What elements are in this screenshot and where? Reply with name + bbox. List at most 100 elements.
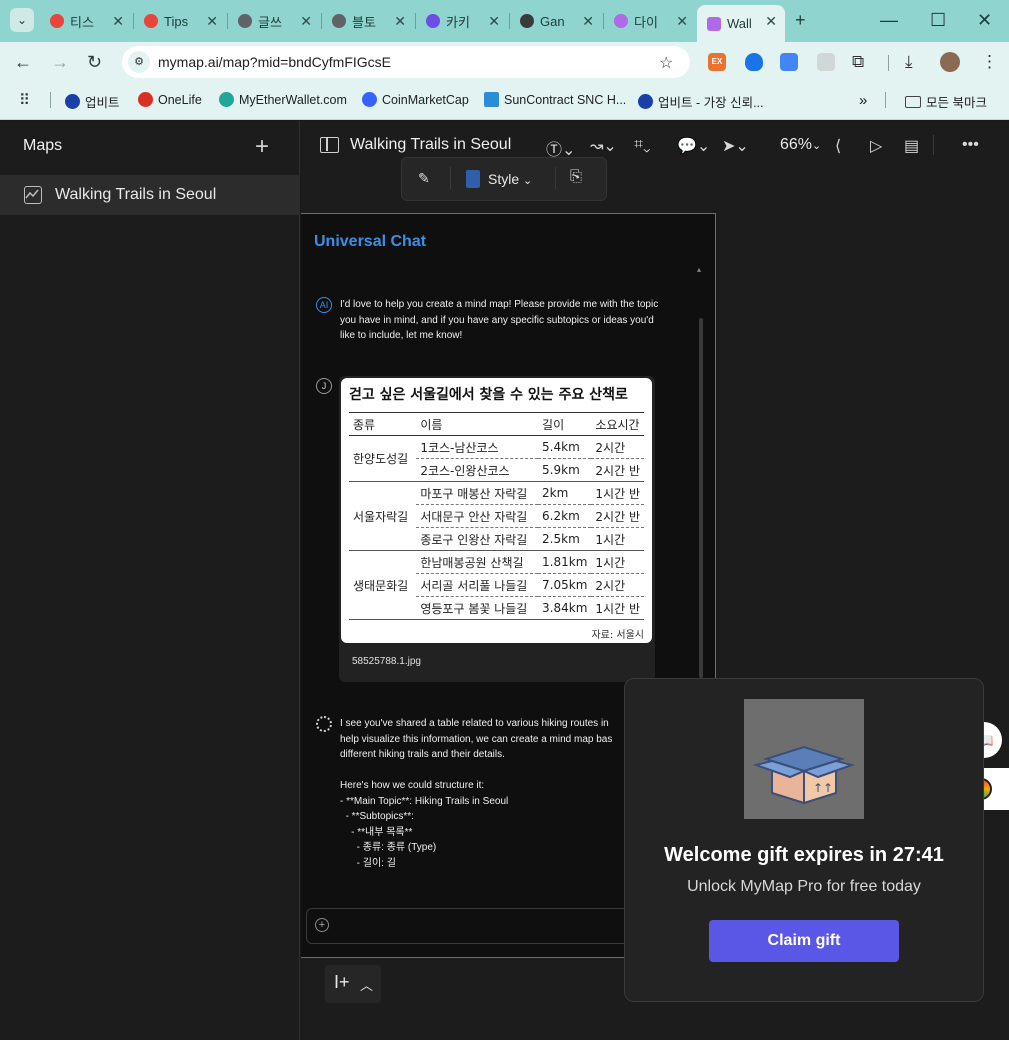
ai-message: I'd love to help you create a mind map! … <box>340 299 659 341</box>
all-bookmarks-button[interactable]: 모든 북마크 <box>905 92 987 111</box>
close-icon[interactable]: ✕ <box>488 13 500 30</box>
bookmark-item[interactable]: 업비트 <box>65 92 120 111</box>
scroll-up-icon[interactable]: ▴ <box>697 265 701 274</box>
tab-label: Gan <box>540 13 565 29</box>
reload-icon[interactable]: ↻ <box>87 52 102 73</box>
table-row: 한양도성길 1코스-남산코스 5.4km 2시간 <box>349 435 644 482</box>
trail-length-cell: 5.4km <box>538 435 592 459</box>
chat-title: Universal Chat <box>314 233 427 250</box>
shield-icon[interactable] <box>745 53 763 71</box>
style-dropdown[interactable]: Style ⌄ <box>488 171 532 187</box>
back-icon[interactable]: ← <box>14 52 32 73</box>
bookmark-star-icon[interactable]: ☆ <box>659 53 673 73</box>
bookmark-item[interactable]: 업비트 - 가장 신뢰... <box>638 92 764 111</box>
maps-sidebar <box>0 121 300 1040</box>
add-attachment-icon[interactable]: + <box>315 918 329 932</box>
trail-type-cell: 한양도성길 <box>349 435 417 482</box>
pencil-icon[interactable]: ✎ <box>418 170 430 187</box>
tab-7[interactable]: 다이 ✕ <box>604 7 696 35</box>
comment-tool-icon[interactable]: 💬⌄ <box>677 136 710 156</box>
close-icon[interactable]: ✕ <box>206 13 218 30</box>
close-icon[interactable]: ✕ <box>765 13 777 30</box>
tab-1[interactable]: 티스 ✕ <box>40 7 132 35</box>
trail-time-cell: 1시간 <box>591 527 644 551</box>
close-icon[interactable]: ✕ <box>394 13 406 30</box>
column-header: 길이 <box>538 412 592 436</box>
color-swatch-icon[interactable] <box>466 170 480 188</box>
puzzle-icon[interactable]: ⧉ <box>852 52 864 72</box>
pointer-tool-icon[interactable]: ➤⌄ <box>722 136 749 156</box>
trail-time-cell: 2시간 반 <box>591 504 644 528</box>
bookmark-item[interactable]: CoinMarketCap <box>362 92 469 107</box>
tab-label: Wall <box>727 16 752 31</box>
chart-line-glyph <box>25 189 39 199</box>
close-window-icon[interactable]: ✕ <box>977 10 992 31</box>
bookmark-favicon <box>138 92 153 107</box>
share-icon[interactable]: ⟨ <box>835 136 841 156</box>
map-title[interactable]: Walking Trails in Seoul <box>350 136 511 154</box>
maximize-icon[interactable]: ☐ <box>930 10 946 31</box>
minimize-icon[interactable]: — <box>880 10 898 31</box>
extension-ex-icon[interactable]: EX <box>708 53 726 71</box>
trail-length-cell: 2.5km <box>538 527 592 551</box>
bookmark-favicon <box>638 94 653 109</box>
close-icon[interactable]: ✕ <box>112 13 124 30</box>
insert-text-icon[interactable]: I+ <box>334 972 350 993</box>
tab-search-button[interactable]: ⌄ <box>10 8 34 32</box>
style-divider <box>555 167 556 189</box>
avatar[interactable] <box>940 52 960 72</box>
translate-icon[interactable] <box>780 53 798 71</box>
toolbar-divider <box>888 55 889 71</box>
claim-gift-button[interactable]: Claim gift <box>709 920 899 962</box>
column-header: 종류 <box>349 412 417 436</box>
tab-4[interactable]: 블토 ✕ <box>322 7 414 35</box>
trail-name-cell: 마포구 매봉산 자락길 <box>416 481 539 505</box>
bookmarks-overflow-button[interactable]: » <box>859 92 867 109</box>
more-icon[interactable]: ••• <box>962 136 979 154</box>
tab-favicon <box>144 14 158 28</box>
close-icon[interactable]: ✕ <box>300 13 312 30</box>
new-tab-button[interactable]: + <box>795 10 806 31</box>
chat-scrollbar[interactable] <box>699 318 703 678</box>
tab-6[interactable]: Gan ✕ <box>510 7 602 35</box>
tab-3[interactable]: 글쓰 ✕ <box>228 7 320 35</box>
tab-5[interactable]: 카키 ✕ <box>416 7 508 35</box>
chevron-up-icon[interactable]: ︿ <box>360 975 373 994</box>
close-icon[interactable]: ✕ <box>582 13 594 30</box>
tab-favicon <box>50 14 64 28</box>
trail-time-cell: 2시간 <box>591 435 644 459</box>
play-icon[interactable]: ▷ <box>870 136 882 156</box>
sidebar-toggle-icon[interactable] <box>320 137 339 153</box>
download-icon[interactable]: ⤓ <box>905 52 913 72</box>
user-avatar: J <box>316 378 332 394</box>
attach-icon[interactable]: ⎘ <box>570 168 582 185</box>
bookmark-item[interactable]: MyEtherWallet.com <box>219 92 347 107</box>
trail-length-cell: 5.9km <box>538 458 592 482</box>
bookmark-label: SunContract SNC H... <box>504 92 627 107</box>
forward-icon[interactable]: → <box>51 52 69 73</box>
extension-icon[interactable] <box>817 53 835 71</box>
globe-icon <box>332 14 346 28</box>
tab-label: Tips <box>164 13 189 29</box>
ai-avatar: AI <box>316 297 332 313</box>
bookmark-item[interactable]: OneLife <box>138 92 202 107</box>
connector-tool-icon[interactable]: ↝⌄ <box>590 136 617 156</box>
close-icon[interactable]: ✕ <box>676 13 688 30</box>
zoom-level[interactable]: 66%⌄ <box>780 136 821 154</box>
trail-name-cell: 1코스-남산코스 <box>416 435 539 459</box>
image-filename: 58525788.1.jpg <box>352 656 421 667</box>
add-map-button[interactable]: + <box>255 133 269 161</box>
menu-icon[interactable]: ⋮ <box>981 52 998 72</box>
bookmark-item[interactable]: SunContract SNC H... <box>484 92 626 107</box>
frame-tool-icon[interactable]: ⌗⌄ <box>634 136 651 154</box>
document-icon[interactable]: ▤ <box>904 136 919 156</box>
site-info-icon[interactable]: ⚙ <box>128 51 150 73</box>
chevron-down-icon: ⌄ <box>523 175 533 187</box>
tab-2[interactable]: Tips ✕ <box>134 7 226 35</box>
address-text[interactable]: mymap.ai/map?mid=bndCyfmFIGcsE <box>158 54 391 70</box>
apps-grid-icon[interactable]: ⠿ <box>19 91 30 109</box>
bookmark-label: 업비트 - 가장 신뢰... <box>658 96 764 110</box>
style-label: Style <box>488 171 520 187</box>
tab-label: 다이 <box>634 14 658 30</box>
tab-active[interactable]: Wall ✕ <box>697 5 785 42</box>
